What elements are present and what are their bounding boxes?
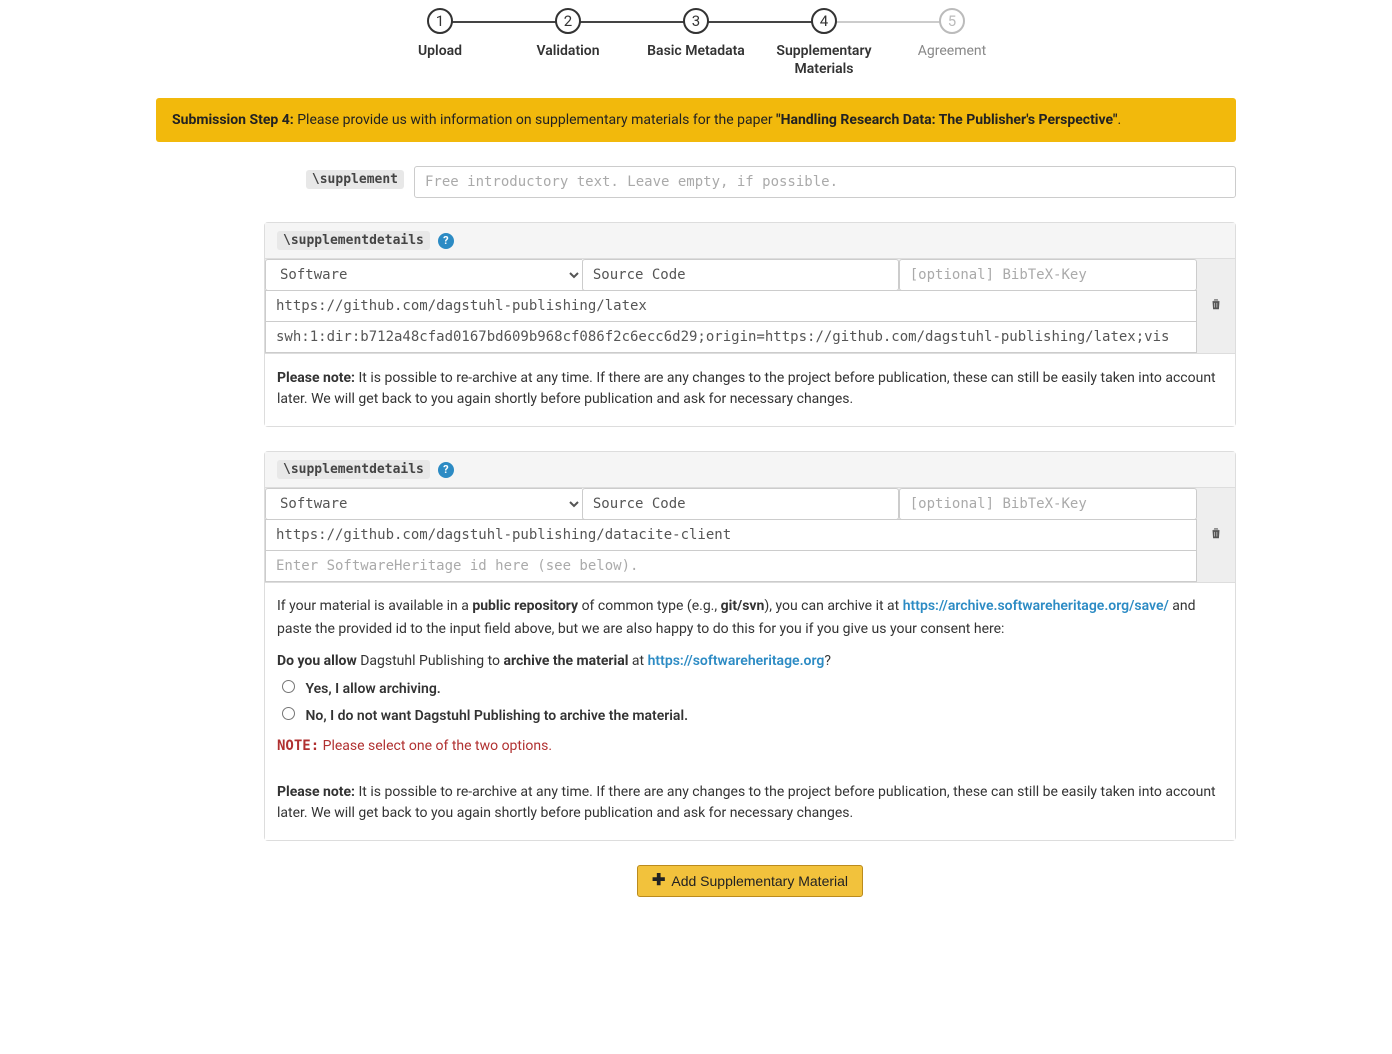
supplement-label: \supplement	[306, 170, 404, 189]
type-select[interactable]: Software	[265, 259, 582, 291]
delete-button[interactable]	[1197, 488, 1235, 582]
add-supplementary-button[interactable]: ✚ Add Supplementary Material	[637, 865, 863, 897]
plus-icon: ✚	[652, 873, 665, 889]
rearchive-note: Please note: It is possible to re-archiv…	[265, 354, 1235, 426]
rearchive-note: Please note: It is possible to re-archiv…	[265, 778, 1235, 840]
consent-error: NOTE: Please select one of the two optio…	[277, 735, 1223, 757]
step-validation[interactable]: 2 Validation	[504, 8, 632, 78]
swh-link[interactable]: https://softwareheritage.org	[648, 653, 825, 669]
consent-yes-radio[interactable]	[282, 680, 295, 693]
stepper: 1 Upload 2 Validation 3 Basic Metadata 4…	[376, 8, 1016, 78]
consent-no-label: No, I do not want Dagstuhl Publishing to…	[305, 708, 688, 724]
swh-input[interactable]	[265, 550, 1197, 582]
supplement-details-card-2: \supplementdetails ? Software	[264, 451, 1236, 840]
subtype-input[interactable]	[582, 488, 899, 520]
step-supplementary[interactable]: 4 Supplementary Materials	[760, 8, 888, 78]
trash-icon	[1209, 526, 1223, 544]
archive-link[interactable]: https://archive.softwareheritage.org/sav…	[903, 598, 1169, 614]
supplementdetails-label: \supplementdetails	[277, 231, 430, 250]
consent-yes-label: Yes, I allow archiving.	[305, 681, 440, 697]
alert-step-info: Submission Step 4: Please provide us wit…	[156, 98, 1236, 142]
bibkey-input[interactable]	[899, 488, 1197, 520]
swh-input[interactable]	[265, 321, 1197, 353]
consent-block: If your material is available in a publi…	[265, 583, 1235, 777]
step-basic-metadata[interactable]: 3 Basic Metadata	[632, 8, 760, 78]
help-icon[interactable]: ?	[438, 462, 454, 478]
help-icon[interactable]: ?	[438, 233, 454, 249]
type-select[interactable]: Software	[265, 488, 582, 520]
url-input[interactable]	[265, 519, 1197, 551]
supplement-row: \supplement	[264, 166, 1236, 198]
supplementdetails-label: \supplementdetails	[277, 460, 430, 479]
trash-icon	[1209, 297, 1223, 315]
url-input[interactable]	[265, 290, 1197, 322]
step-upload[interactable]: 1 Upload	[376, 8, 504, 78]
step-agreement[interactable]: 5 Agreement	[888, 8, 1016, 78]
supplement-details-card-1: \supplementdetails ? Software	[264, 222, 1236, 427]
delete-button[interactable]	[1197, 259, 1235, 353]
bibkey-input[interactable]	[899, 259, 1197, 291]
consent-no-radio[interactable]	[282, 707, 295, 720]
supplement-input[interactable]	[414, 166, 1236, 198]
subtype-input[interactable]	[582, 259, 899, 291]
